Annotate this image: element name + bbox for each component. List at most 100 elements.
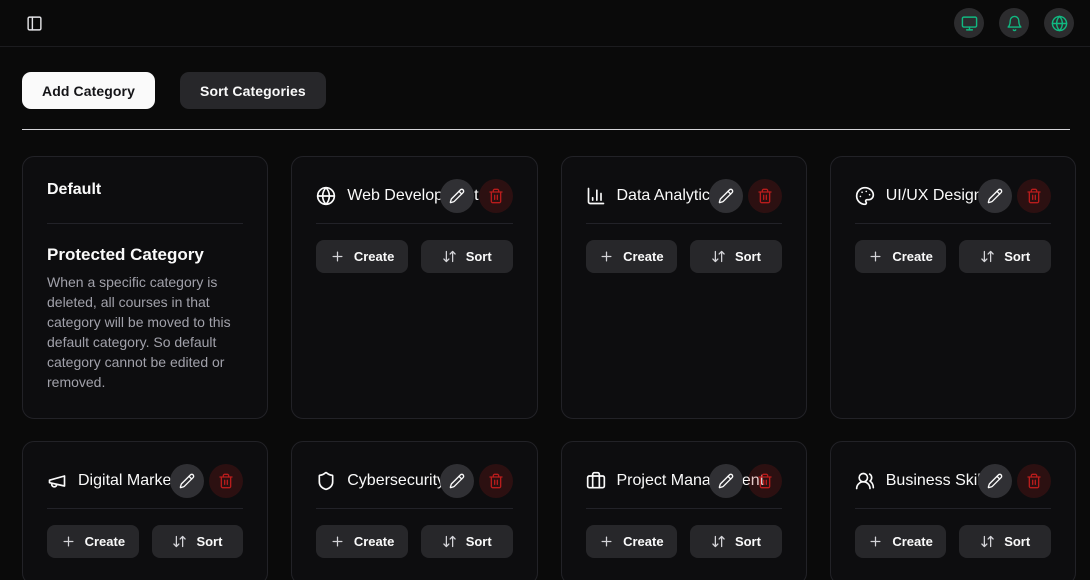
card-divider [855, 223, 1051, 224]
sort-courses-button[interactable]: Sort [690, 525, 782, 558]
shield-icon [316, 471, 336, 491]
sort-courses-button[interactable]: Sort [421, 240, 513, 273]
sort-courses-button[interactable]: Sort [959, 525, 1051, 558]
category-card-header: Web Development [316, 179, 512, 213]
sort-courses-button[interactable]: Sort [690, 240, 782, 273]
create-course-button[interactable]: Create [316, 240, 408, 273]
arrow-down-up-icon [711, 534, 726, 549]
trash-icon [1026, 473, 1042, 489]
add-category-button[interactable]: Add Category [22, 72, 155, 109]
bell-icon [1006, 15, 1023, 32]
delete-category-button[interactable] [1017, 179, 1051, 213]
create-course-button[interactable]: Create [855, 525, 947, 558]
arrow-down-up-icon [172, 534, 187, 549]
delete-category-button[interactable] [209, 464, 243, 498]
sort-button-label: Sort [735, 249, 761, 264]
edit-category-button[interactable] [978, 464, 1012, 498]
pencil-icon [987, 188, 1003, 204]
card-divider [586, 223, 782, 224]
category-card-actions: Create Sort [316, 525, 512, 558]
trash-icon [1026, 188, 1042, 204]
sort-courses-button[interactable]: Sort [421, 525, 513, 558]
protected-category-description: When a specific category is deleted, all… [47, 272, 243, 392]
categories-page: Add Category Sort Categories Default Pro… [0, 47, 1090, 580]
category-card: Project Management Create [561, 441, 807, 580]
globe-icon [316, 186, 336, 206]
display-mode-button[interactable] [954, 8, 984, 38]
category-card: Data Analytics Create [561, 156, 807, 419]
create-course-button[interactable]: Create [316, 525, 408, 558]
trash-icon [218, 473, 234, 489]
plus-icon [330, 534, 345, 549]
delete-category-button[interactable] [1017, 464, 1051, 498]
edit-category-button[interactable] [170, 464, 204, 498]
globe-icon [1051, 15, 1068, 32]
categories-toolbar: Add Category Sort Categories [22, 72, 1076, 109]
delete-category-button[interactable] [479, 464, 513, 498]
card-divider [586, 508, 782, 509]
sort-button-label: Sort [466, 534, 492, 549]
panel-left-icon [26, 15, 43, 32]
arrow-down-up-icon [442, 534, 457, 549]
default-card-title: Default [47, 179, 243, 201]
plus-icon [868, 534, 883, 549]
create-button-label: Create [354, 534, 394, 549]
trash-icon [757, 473, 773, 489]
top-bar [0, 0, 1090, 47]
create-button-label: Create [892, 249, 932, 264]
plus-icon [330, 249, 345, 264]
category-card-header: Data Analytics [586, 179, 782, 213]
trash-icon [488, 188, 504, 204]
pencil-icon [718, 188, 734, 204]
create-button-label: Create [85, 534, 125, 549]
default-category-card: Default Protected Category When a specif… [22, 156, 268, 419]
sort-courses-button[interactable]: Sort [152, 525, 244, 558]
category-card-header: UI/UX Design [855, 179, 1051, 213]
edit-category-button[interactable] [709, 464, 743, 498]
sidebar-toggle-button[interactable] [20, 9, 48, 37]
delete-category-button[interactable] [479, 179, 513, 213]
category-card-actions: Create Sort [586, 525, 782, 558]
toolbar-divider [22, 129, 1070, 130]
briefcase-icon [586, 471, 606, 491]
language-button[interactable] [1044, 8, 1074, 38]
sort-button-label: Sort [466, 249, 492, 264]
category-card: Web Development Create [291, 156, 537, 419]
create-course-button[interactable]: Create [586, 240, 678, 273]
category-card: Business Skills Create [830, 441, 1076, 580]
create-course-button[interactable]: Create [47, 525, 139, 558]
edit-category-button[interactable] [440, 179, 474, 213]
edit-category-button[interactable] [440, 464, 474, 498]
pencil-icon [449, 473, 465, 489]
category-card-actions: Create Sort [586, 240, 782, 273]
users-icon [855, 471, 875, 491]
pencil-icon [987, 473, 1003, 489]
create-course-button[interactable]: Create [855, 240, 947, 273]
card-divider [316, 508, 512, 509]
delete-category-button[interactable] [748, 464, 782, 498]
edit-category-button[interactable] [978, 179, 1012, 213]
card-divider [316, 223, 512, 224]
plus-icon [599, 534, 614, 549]
card-divider [47, 223, 243, 224]
category-card: Digital Marketing Create [22, 441, 268, 580]
notifications-button[interactable] [999, 8, 1029, 38]
delete-category-button[interactable] [748, 179, 782, 213]
arrow-down-up-icon [442, 249, 457, 264]
category-card-actions: Create Sort [316, 240, 512, 273]
create-button-label: Create [892, 534, 932, 549]
megaphone-icon [47, 471, 67, 491]
edit-category-button[interactable] [709, 179, 743, 213]
pencil-icon [718, 473, 734, 489]
create-button-label: Create [623, 534, 663, 549]
sort-courses-button[interactable]: Sort [959, 240, 1051, 273]
create-button-label: Create [354, 249, 394, 264]
create-button-label: Create [623, 249, 663, 264]
create-course-button[interactable]: Create [586, 525, 678, 558]
category-card: Cybersecurity Create [291, 441, 537, 580]
category-card-header: Project Management [586, 464, 782, 498]
plus-icon [599, 249, 614, 264]
category-card-header: Cybersecurity [316, 464, 512, 498]
category-card: UI/UX Design Create [830, 156, 1076, 419]
sort-categories-button[interactable]: Sort Categories [180, 72, 326, 109]
